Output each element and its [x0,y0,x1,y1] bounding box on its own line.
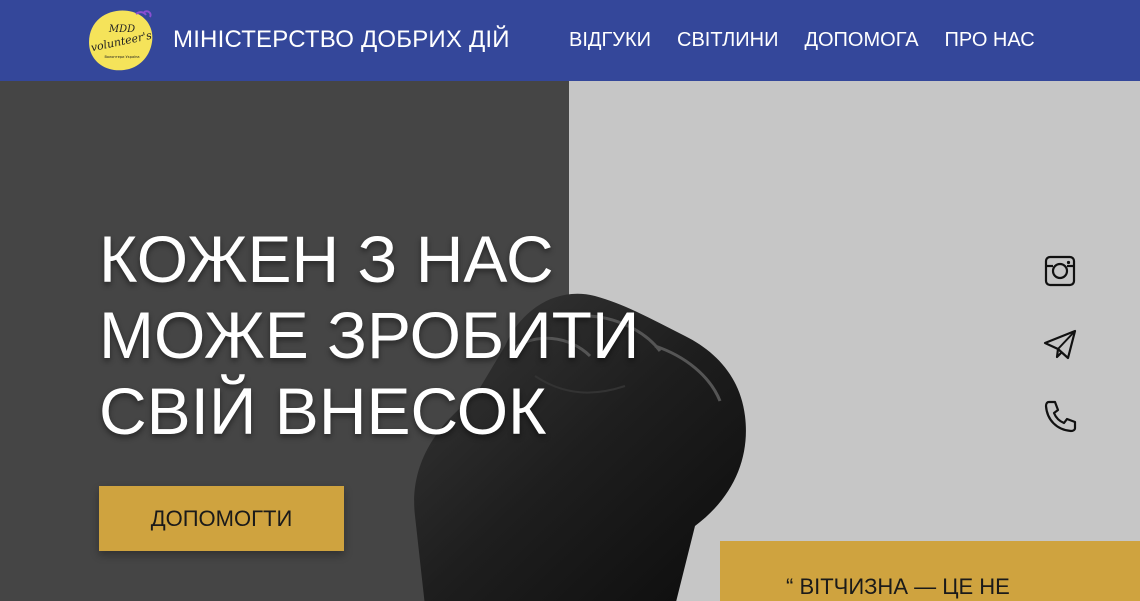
instagram-icon[interactable] [1040,251,1080,291]
quote-text: “ ВІТЧИЗНА — ЦЕ НЕ [786,574,1010,599]
nav-item-help[interactable]: ДОПОМОГА [804,29,918,52]
main-nav: ВІДГУКИ СВІТЛИНИ ДОПОМОГА ПРО НАС [569,29,1035,52]
nav-item-about[interactable]: ПРО НАС [945,29,1035,52]
site-header: MDD volunteer's Волонтери Україна МІНІСТ… [0,0,1140,81]
site-title[interactable]: МІНІСТЕРСТВО ДОБРИХ ДІЙ [173,26,510,54]
telegram-icon[interactable] [1040,324,1080,364]
hero-title-line: СВІЙ ВНЕСОК [99,374,547,448]
hero-section: КОЖЕН З НАС МОЖЕ ЗРОБИТИ СВІЙ ВНЕСОК ДОП… [0,81,1140,601]
phone-icon[interactable] [1040,396,1080,436]
nav-item-reviews[interactable]: ВІДГУКИ [569,29,651,52]
hero-title-line: МОЖЕ ЗРОБИТИ [99,298,640,372]
logo[interactable]: MDD volunteer's Волонтери Україна [86,8,156,72]
hero-title-line: КОЖЕН З НАС [99,222,554,296]
hero-title: КОЖЕН З НАС МОЖЕ ЗРОБИТИ СВІЙ ВНЕСОК [99,221,639,449]
nav-item-photos[interactable]: СВІТЛИНИ [677,29,778,52]
quote-box: “ ВІТЧИЗНА — ЦЕ НЕ [720,541,1140,601]
help-button[interactable]: ДОПОМОГТИ [99,486,344,551]
logo-text-sub: Волонтери Україна [104,55,139,59]
